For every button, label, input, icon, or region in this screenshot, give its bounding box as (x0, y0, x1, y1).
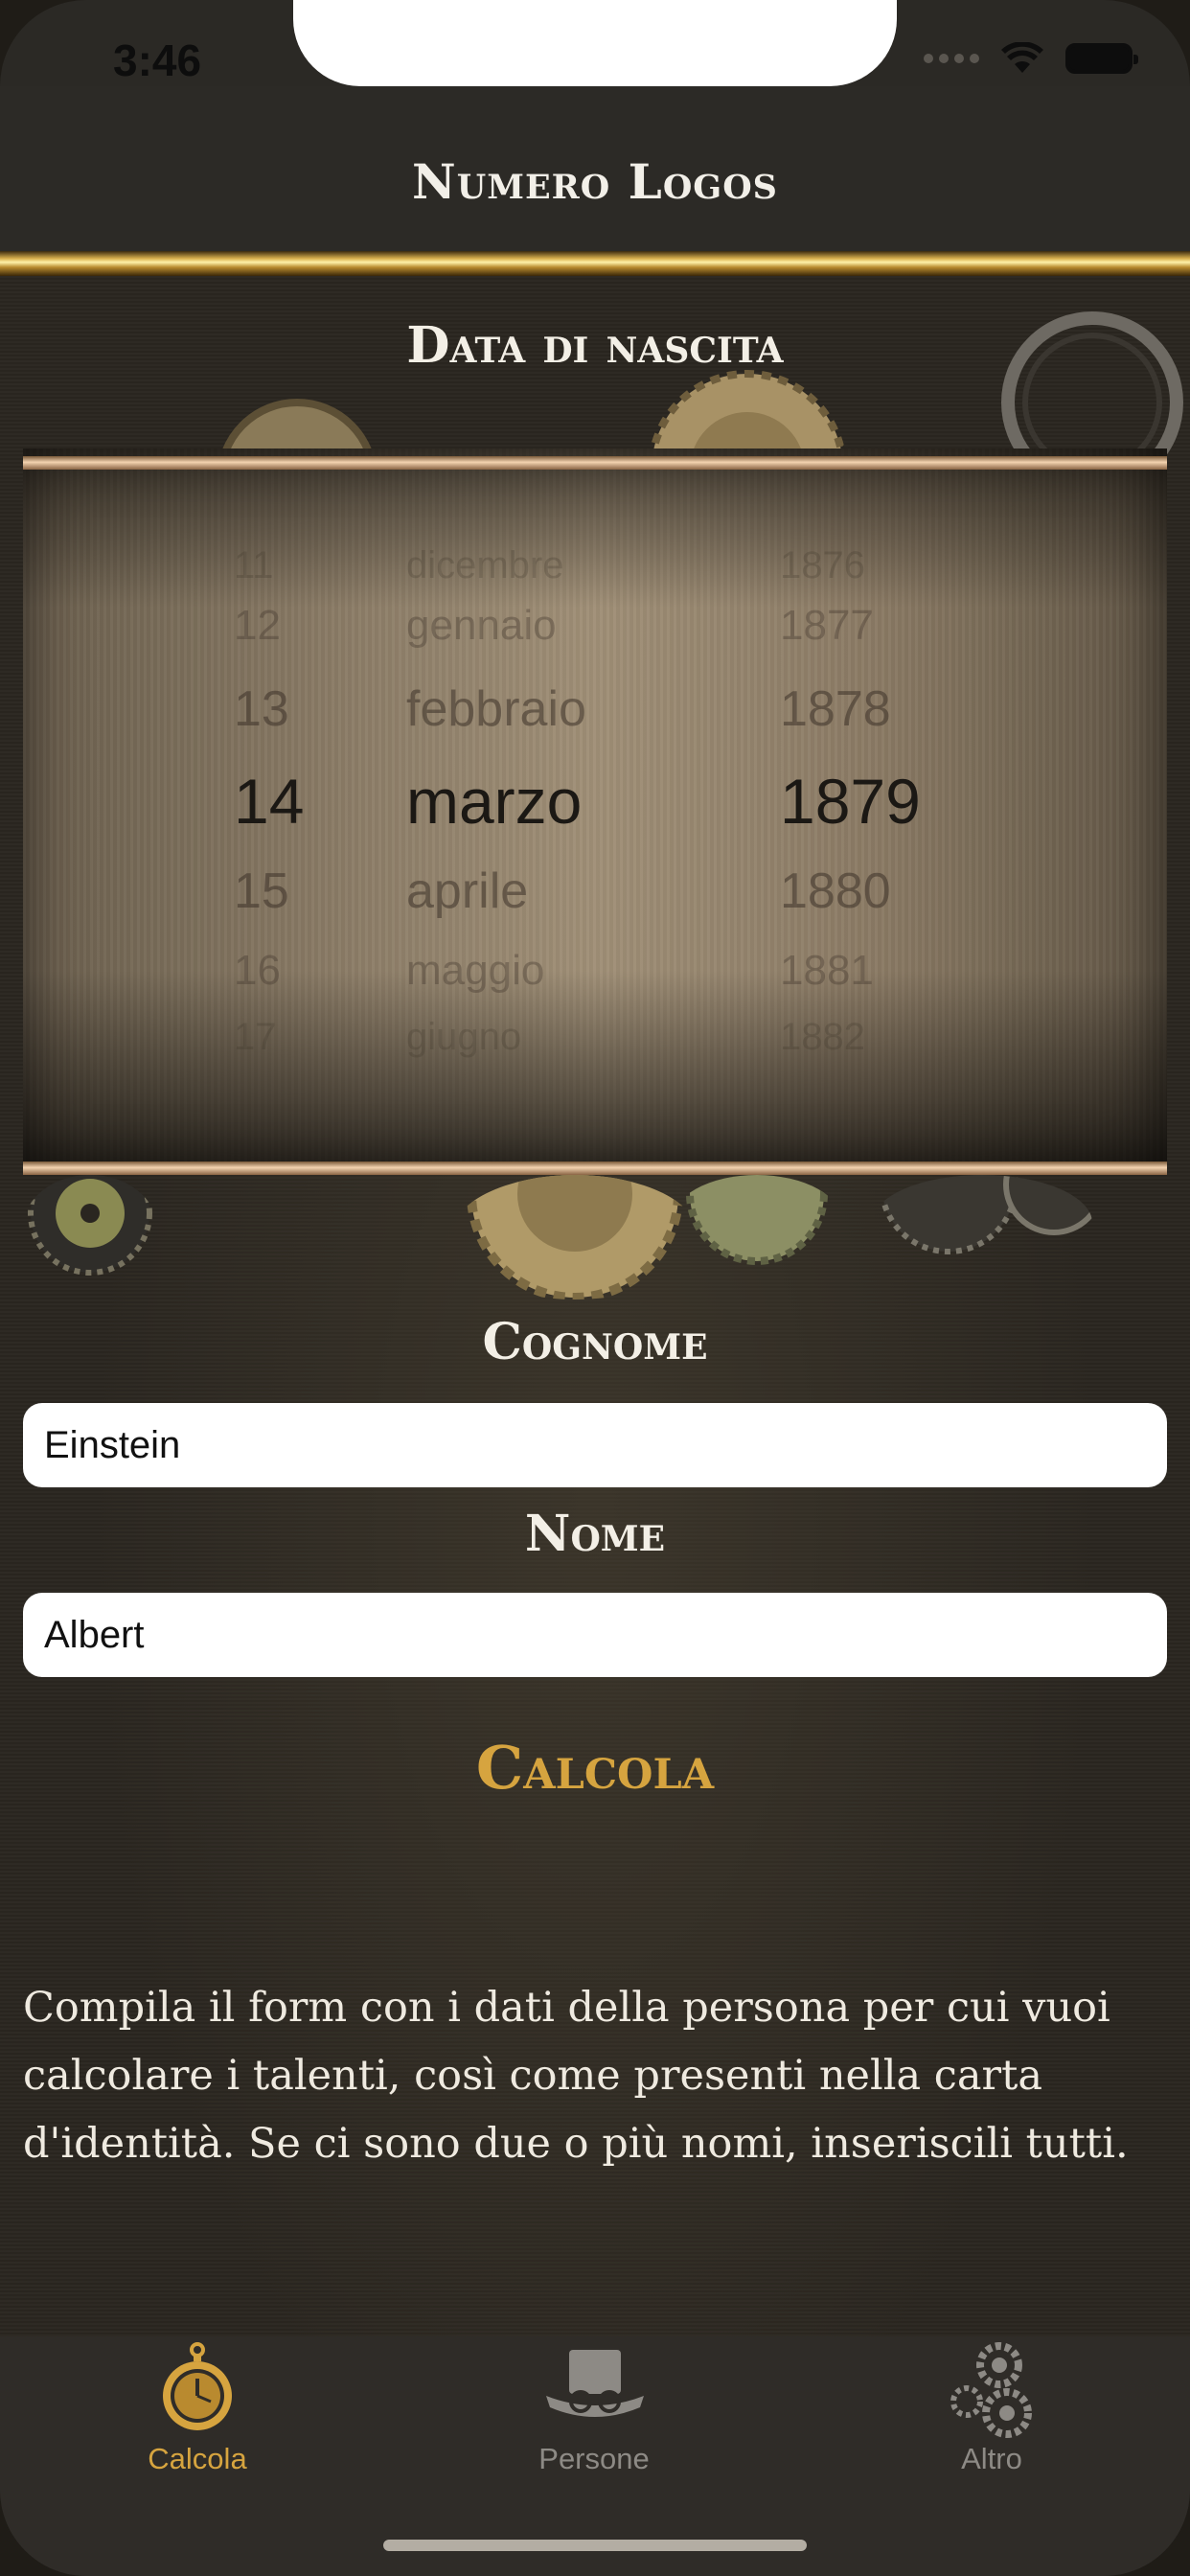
bottom-right-gear-icon (879, 1175, 1092, 1254)
tab-label-persone: Persone (538, 2442, 650, 2475)
tab-label-calcola: Calcola (148, 2442, 247, 2475)
picker-row[interactable]: 17 giugno 1882 (23, 1016, 1167, 1092)
name-label: Nome (524, 1505, 666, 1563)
picker-selected-row[interactable]: 14 marzo 1879 (23, 765, 1167, 841)
wifi-icon (1001, 42, 1043, 73)
help-text: Compila il form con i dati della persona… (23, 1984, 1129, 2168)
picker-year[interactable]: 1877 (780, 602, 874, 650)
picker-year[interactable]: 1882 (780, 1016, 865, 1059)
picker-day[interactable]: 15 (234, 862, 289, 920)
bottom-left-gear-icon (28, 1175, 152, 1276)
picker-month[interactable]: giugno (406, 1016, 521, 1059)
picker-day[interactable]: 17 (234, 1016, 277, 1059)
tab-altro[interactable]: Altro (848, 2336, 1135, 2499)
bottom-mid-gear-icon (686, 1175, 828, 1265)
bottom-center-gear-icon (467, 1175, 683, 1300)
gears-icon (950, 2342, 1032, 2438)
status-bar-background (293, 0, 897, 86)
picker-month[interactable]: aprile (406, 862, 528, 920)
pocket-watch-icon (163, 2342, 232, 2430)
picker-month[interactable]: maggio (406, 947, 544, 995)
picker-year[interactable]: 1878 (780, 680, 891, 738)
tab-label-altro: Altro (961, 2442, 1022, 2475)
selected-year[interactable]: 1879 (780, 765, 921, 838)
brass-divider (0, 251, 1190, 276)
calculate-button[interactable]: Calcola (0, 1733, 1190, 1803)
picker-row[interactable]: 15 aprile 1880 (23, 862, 1167, 939)
picker-row[interactable]: 16 maggio 1881 (23, 947, 1167, 1024)
picker-row[interactable]: 12 gennaio 1877 (23, 602, 1167, 678)
picker-month[interactable]: dicembre (406, 544, 564, 587)
selected-month[interactable]: marzo (406, 765, 582, 838)
signal-icon (924, 54, 979, 63)
selected-day[interactable]: 14 (234, 765, 304, 838)
home-indicator (383, 2540, 807, 2551)
surname-input[interactable]: Einstein (23, 1403, 1167, 1487)
picker-top-rail (23, 456, 1167, 470)
tab-calcola[interactable]: Calcola (54, 2336, 341, 2499)
picker-day[interactable]: 11 (234, 544, 274, 587)
picker-month[interactable]: gennaio (406, 602, 557, 650)
name-input[interactable]: Albert (23, 1593, 1167, 1677)
picker-year[interactable]: 1876 (780, 544, 865, 587)
picker-year[interactable]: 1880 (780, 862, 891, 920)
picker-day[interactable]: 12 (234, 602, 281, 650)
battery-icon (1065, 43, 1138, 74)
picker-year[interactable]: 1881 (780, 947, 874, 995)
app-screen: 3:46 Numero Logos Data di nascita 11 dic… (0, 0, 1190, 2576)
tab-persone[interactable]: Persone (450, 2336, 738, 2499)
picker-month[interactable]: febbraio (406, 680, 586, 738)
status-time: 3:46 (113, 35, 202, 85)
status-icons (924, 42, 1138, 75)
birth-date-label: Data di nascita (406, 316, 784, 375)
picker-day[interactable]: 13 (234, 680, 289, 738)
picker-bottom-rail (23, 1162, 1167, 1175)
top-hat-goggles-icon (546, 2350, 644, 2417)
page-title: Numero Logos (412, 153, 778, 210)
surname-label: Cognome (482, 1313, 708, 1371)
picker-row[interactable]: 13 febbraio 1878 (23, 680, 1167, 757)
picker-day[interactable]: 16 (234, 947, 281, 995)
